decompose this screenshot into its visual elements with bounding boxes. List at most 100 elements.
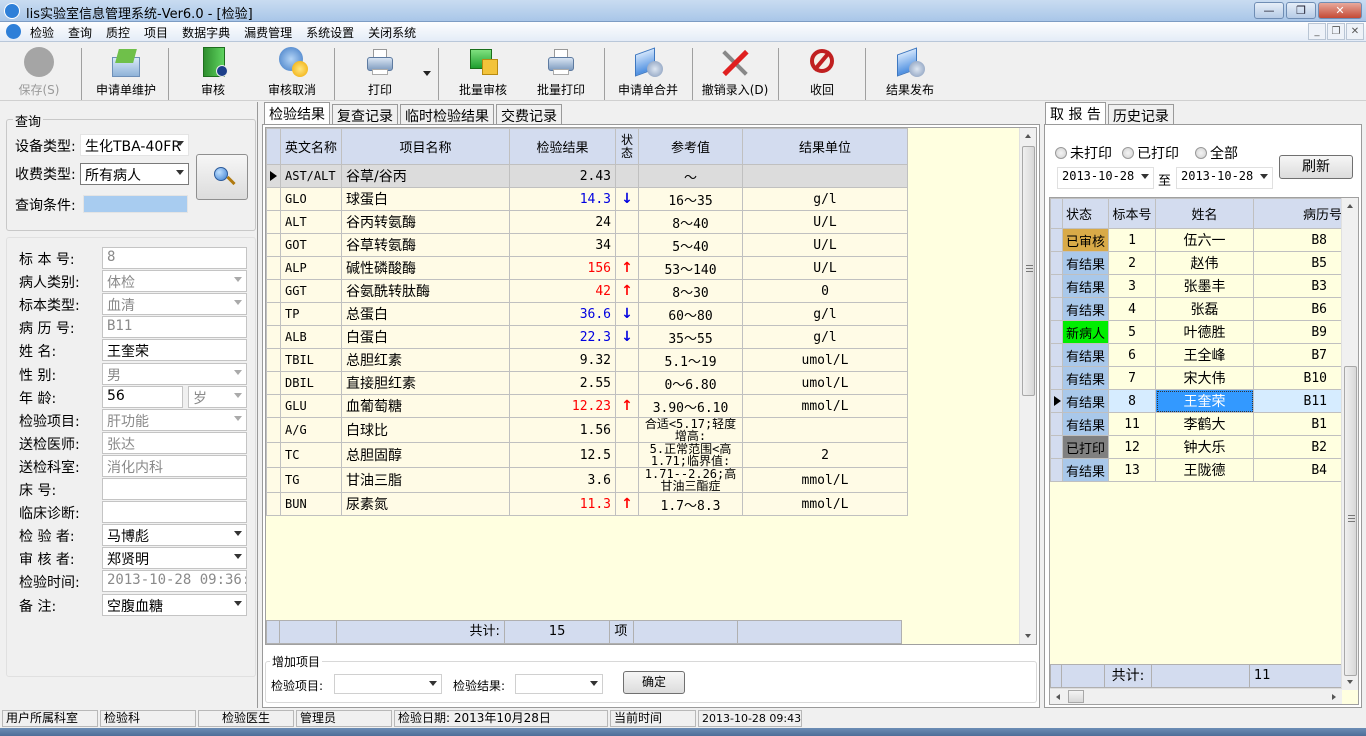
cell-specimen-no[interactable]: 4 <box>1108 297 1157 321</box>
col-status[interactable]: 状态 <box>1061 198 1110 229</box>
cell-patient-name[interactable]: 宋大伟 <box>1155 366 1255 390</box>
cell-record-no[interactable]: B1 <box>1253 412 1347 436</box>
row-indicator[interactable] <box>266 164 281 188</box>
tab-get-report[interactable]: 取 报 告 <box>1045 102 1106 126</box>
batch-review-button[interactable]: 批量审核 <box>456 47 510 99</box>
menu-item-project[interactable]: 项目 <box>144 24 168 41</box>
review-button[interactable]: 审核 <box>190 47 236 99</box>
cell-result[interactable]: 22.3 <box>509 325 617 349</box>
close-button[interactable]: ✕ <box>1318 2 1362 19</box>
result-row[interactable]: GGT 谷氨酰转肽酶 42 ↑ 8～30 0 <box>266 279 909 303</box>
row-indicator[interactable] <box>266 371 281 395</box>
result-row[interactable]: TBIL 总胆红素 9.32 5.1～19 umol/L <box>266 348 909 372</box>
result-row[interactable]: ALT 谷丙转氨酶 24 8～40 U/L <box>266 210 909 234</box>
scroll-left-icon[interactable] <box>1056 694 1060 700</box>
cell-en-name[interactable]: TBIL <box>279 348 343 372</box>
cell-reference[interactable]: 1.71--2.26;高甘油三酯症 <box>638 467 744 493</box>
cell-item-name[interactable]: 球蛋白 <box>341 187 511 211</box>
age-unit-select[interactable]: 岁 <box>188 386 247 408</box>
undo-entry-button[interactable]: 撤销录入(D) <box>700 47 770 99</box>
cell-en-name[interactable]: TG <box>279 467 343 493</box>
report-row[interactable]: 已打印 12 钟大乐 B2 <box>1050 435 1347 459</box>
row-indicator[interactable] <box>1050 297 1063 321</box>
radio-printed[interactable]: 已打印 <box>1122 143 1179 163</box>
result-row[interactable]: ALP 碱性磷酸酶 156 ↑ 53～140 U/L <box>266 256 909 280</box>
cell-patient-name[interactable]: 叶德胜 <box>1155 320 1255 344</box>
report-row[interactable]: 有结果 13 王陇德 B4 <box>1050 458 1347 482</box>
cell-record-no[interactable]: B10 <box>1253 366 1347 390</box>
add-result-select[interactable] <box>515 674 603 694</box>
cell-result[interactable]: 42 <box>509 279 617 303</box>
cell-unit[interactable]: umol/L <box>742 348 909 372</box>
hscroll-thumb[interactable] <box>1068 690 1084 703</box>
row-indicator[interactable] <box>266 394 281 418</box>
cell-result[interactable]: 2.43 <box>509 164 617 188</box>
cell-result[interactable]: 11.3 <box>509 492 617 516</box>
row-indicator[interactable] <box>266 442 281 468</box>
cell-unit[interactable]: mmol/L <box>742 492 909 516</box>
device-type-select[interactable]: 生化TBA-40FR <box>80 134 189 156</box>
refresh-button[interactable]: 刷新 <box>1279 155 1353 179</box>
row-indicator[interactable] <box>266 302 281 326</box>
cell-en-name[interactable]: GOT <box>279 233 343 257</box>
query-condition-input[interactable] <box>83 195 188 213</box>
cell-en-name[interactable]: BUN <box>279 492 343 516</box>
cell-unit[interactable]: umol/L <box>742 371 909 395</box>
menu-item-query[interactable]: 查询 <box>68 24 92 41</box>
mdi-minimize-button[interactable]: _ <box>1308 23 1326 40</box>
tab-history[interactable]: 历史记录 <box>1107 104 1174 126</box>
cell-item-name[interactable]: 总胆红素 <box>341 348 511 372</box>
cell-specimen-no[interactable]: 6 <box>1108 343 1157 367</box>
cell-specimen-no[interactable]: 12 <box>1108 435 1157 459</box>
review-cancel-button[interactable]: 审核取消 <box>260 47 324 99</box>
tab-payment-records[interactable]: 交费记录 <box>496 104 562 126</box>
status-badge[interactable]: 有结果 <box>1061 412 1110 436</box>
col-unit[interactable]: 结果单位 <box>742 128 909 165</box>
cell-en-name[interactable]: DBIL <box>279 371 343 395</box>
row-indicator[interactable] <box>266 492 281 516</box>
patient-field-input[interactable]: 消化内科 <box>102 455 247 477</box>
cell-unit[interactable]: 0 <box>742 279 909 303</box>
cell-result[interactable]: 12.23 <box>509 394 617 418</box>
cell-record-no[interactable]: B11 <box>1253 389 1347 413</box>
cell-reference[interactable]: 5.正常范围<高1.71;临界值: <box>638 442 744 468</box>
patient-field-input[interactable]: 张达 <box>102 432 247 454</box>
col-reference[interactable]: 参考值 <box>638 128 744 165</box>
patient-field-input[interactable]: 8 <box>102 247 247 269</box>
menu-item-close-system[interactable]: 关闭系统 <box>368 24 416 41</box>
charge-type-select[interactable]: 所有病人 <box>80 163 189 185</box>
recall-button[interactable]: 收回 <box>802 47 842 99</box>
cell-reference[interactable]: 1.7～8.3 <box>638 492 744 516</box>
result-row[interactable]: TG 甘油三脂 3.6 1.71--2.26;高甘油三酯症 mmol/L <box>266 467 909 493</box>
cell-en-name[interactable]: AST/ALT <box>279 164 343 188</box>
cell-en-name[interactable]: GLU <box>279 394 343 418</box>
tab-temp-results[interactable]: 临时检验结果 <box>400 104 494 126</box>
patient-field-input[interactable]: 56 <box>102 386 183 408</box>
cell-unit[interactable]: mmol/L <box>742 394 909 418</box>
cell-item-name[interactable]: 血葡萄糖 <box>341 394 511 418</box>
cell-reference[interactable]: 16～35 <box>638 187 744 211</box>
search-button[interactable] <box>196 154 248 200</box>
result-row[interactable]: A/G 白球比 1.56 合适<5.17;轻度增高: <box>266 417 909 443</box>
cell-result[interactable]: 1.56 <box>509 417 617 443</box>
cell-en-name[interactable]: A/G <box>279 417 343 443</box>
row-indicator[interactable] <box>266 233 281 257</box>
print-dropdown-arrow[interactable] <box>423 71 431 76</box>
scroll-down-icon[interactable] <box>1347 680 1353 684</box>
cell-en-name[interactable]: ALP <box>279 256 343 280</box>
patient-field-input[interactable]: 体检 <box>102 270 247 292</box>
app-menu-icon[interactable] <box>6 24 21 39</box>
request-merge-button[interactable]: 申请单合并 <box>616 47 680 99</box>
cell-item-name[interactable]: 谷氨酰转肽酶 <box>341 279 511 303</box>
cell-item-name[interactable]: 谷草/谷丙 <box>341 164 511 188</box>
cell-reference[interactable]: 合适<5.17;轻度增高: <box>638 417 744 443</box>
result-row[interactable]: TC 总胆固醇 12.5 5.正常范围<高1.71;临界值: 2 <box>266 442 909 468</box>
cell-patient-name[interactable]: 张磊 <box>1155 297 1255 321</box>
confirm-button[interactable]: 确定 <box>623 671 685 694</box>
scroll-up-icon[interactable] <box>1347 204 1353 208</box>
menu-item-qc[interactable]: 质控 <box>106 24 130 41</box>
request-maintain-button[interactable]: 申请单维护 <box>92 47 160 99</box>
col-result[interactable]: 检验结果 <box>509 128 617 165</box>
patient-field-input[interactable] <box>102 478 247 500</box>
scroll-up-icon[interactable] <box>1025 134 1031 138</box>
